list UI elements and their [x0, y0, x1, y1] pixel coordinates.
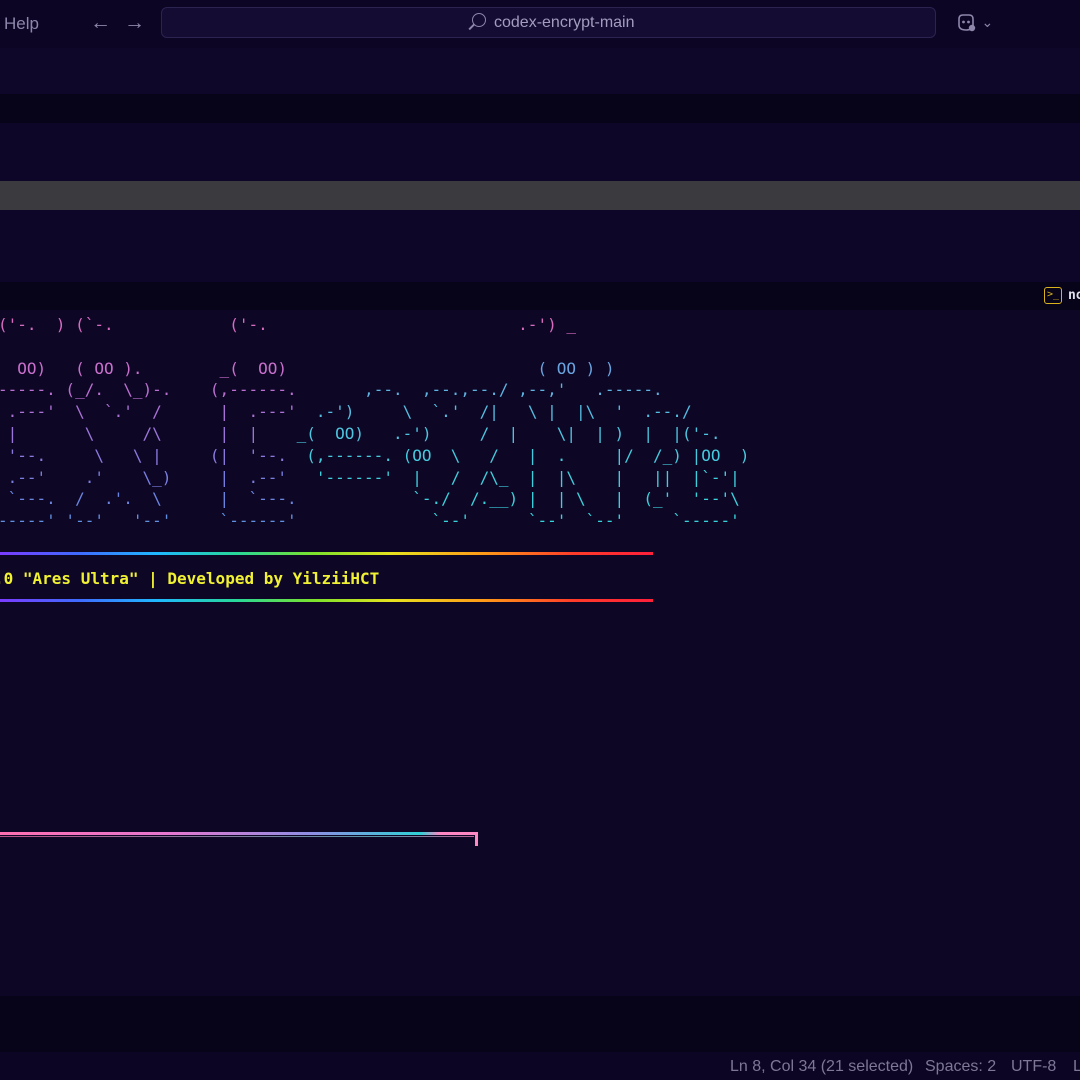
ascii-segment: .-') \ `.' /| \ | |\ ' .--./ — [296, 402, 692, 422]
menu-help[interactable]: Help — [4, 14, 39, 34]
end-of-line[interactable]: L — [1073, 1058, 1080, 1076]
panel-area — [0, 48, 1080, 94]
back-arrow-icon[interactable]: ← — [90, 10, 111, 36]
ascii-segment: `---. / .'. \ | `---. — [0, 489, 297, 509]
forward-arrow-icon[interactable]: → — [124, 10, 145, 36]
ascii-segment: (,------. (OO \ / | . |/ /_) |OO ) — [286, 445, 750, 465]
ascii-line: .--' .' \_) | .--' '------' | / /\_ | |\… — [0, 467, 749, 489]
editor-area — [0, 123, 1080, 181]
box-border-corner — [475, 832, 478, 846]
box-border-inner — [0, 836, 474, 837]
cursor-position[interactable]: Ln 8, Col 34 (21 selected) — [730, 1058, 913, 1076]
ascii-segment: ,--. ,--.,--./ ,--,' .-----. — [296, 380, 663, 400]
search-text: codex-encrypt-main — [494, 14, 635, 31]
ascii-segment: `-./ /.__) | | \ | (_' '--'\ — [296, 489, 740, 509]
terminal-icon[interactable]: >_ — [1044, 287, 1062, 304]
version-info-line: .0 "Ares Ultra" | Developed by YilziiHCT — [0, 569, 380, 588]
ascii-segment: '------' | / /\_ | |\ | || |`-'| — [286, 467, 740, 487]
ascii-segment: _( OO) .-') / | \| | ) | |('-. — [258, 423, 721, 443]
editor-area-lower — [0, 210, 1080, 282]
ascii-line: '--. \ \ | (| '--. (,------. (OO \ / | .… — [0, 445, 750, 467]
ascii-banner: ('-. ) (`-. ('-. .-') _ OO) ( OO ). _( O… — [0, 314, 749, 532]
ascii-segment: .---' \ `.' / | .---' — [0, 402, 297, 422]
terminal-header — [0, 282, 1080, 310]
ascii-line: | \ /\ | | _( OO) .-') / | \| | ) | |('-… — [0, 423, 749, 445]
ascii-line — [0, 336, 749, 358]
encoding[interactable]: UTF-8 — [1011, 1058, 1056, 1076]
ascii-line: -----. (_/. \_)-. (,------. ,--. ,--.,--… — [0, 379, 749, 401]
ascii-segment — [0, 337, 8, 356]
ascii-line: `---. / .'. \ | `---. `-./ /.__) | | \ |… — [0, 488, 749, 510]
rainbow-divider-top — [0, 552, 653, 555]
terminal-footer — [0, 996, 1080, 1052]
copilot-icon — [958, 14, 976, 32]
ascii-segment: | \ /\ | | — [0, 423, 259, 443]
ascii-line: -----' '--' '--' `------' `--' `--' `--'… — [0, 510, 749, 532]
ascii-line: .---' \ `.' / | .---' .-') \ `.' /| \ | … — [0, 401, 749, 423]
status-bar: Ln 8, Col 34 (21 selected) Spaces: 2 UTF… — [0, 1052, 1080, 1080]
ascii-segment: ( OO ) ) — [286, 358, 615, 378]
terminal-tab-label[interactable]: no — [1068, 288, 1080, 303]
ascii-line: OO) ( OO ). _( OO) ( OO ) ) — [0, 358, 749, 380]
ascii-segment: .--' .' \_) | .--' — [0, 467, 287, 487]
indentation[interactable]: Spaces: 2 — [925, 1058, 996, 1076]
ascii-segment: '--. \ \ | (| '--. — [0, 445, 287, 465]
highlighted-line — [0, 181, 1080, 210]
ascii-segment: -----' '--' '--' `------' — [0, 511, 297, 531]
ascii-segment: OO) ( OO ). _( OO) — [0, 358, 287, 378]
ascii-segment: `--' `--' `--' `-----' — [296, 511, 740, 531]
ascii-line: ('-. ) (`-. ('-. .-') _ — [0, 314, 749, 336]
command-center-search[interactable]: codex-encrypt-main — [161, 7, 936, 38]
ascii-segment: ('-. ) (`-. ('-. .-') _ — [0, 315, 576, 334]
tab-strip — [0, 94, 1080, 123]
copilot-menu[interactable]: ⌄ — [955, 13, 993, 33]
ascii-segment: -----. (_/. \_)-. (,------. — [0, 380, 297, 400]
title-bar: Help ← → codex-encrypt-main ⌄ — [0, 0, 1080, 48]
search-icon — [472, 13, 486, 27]
chevron-down-icon: ⌄ — [981, 14, 994, 31]
box-border-top — [0, 832, 478, 835]
rainbow-divider-bottom — [0, 599, 653, 602]
